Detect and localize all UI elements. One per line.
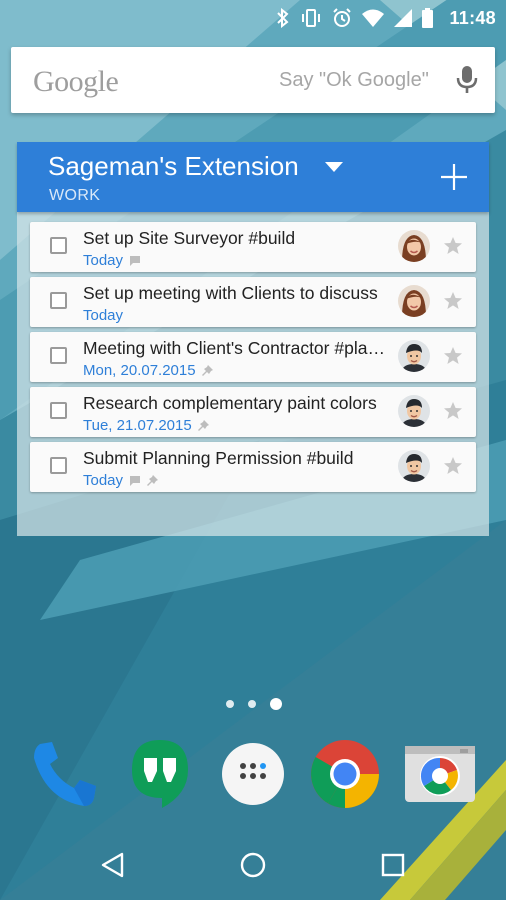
task-list: Set up Site Surveyor #build Today Set up… — [30, 222, 476, 497]
task-due-date: Mon, 20.07.2015 — [83, 361, 196, 379]
clock: 11:48 — [449, 7, 496, 28]
task-due-date: Today — [83, 251, 124, 269]
star-icon[interactable] — [443, 401, 463, 421]
google-search-bar[interactable]: Google Say "Ok Google" — [11, 47, 495, 113]
recents-icon[interactable] — [378, 850, 408, 880]
page-dot[interactable] — [226, 700, 234, 708]
chrome-icon[interactable] — [307, 736, 383, 812]
status-bar: 11:48 — [0, 0, 506, 36]
task-checkbox[interactable] — [50, 292, 67, 309]
task-due-date: Today — [83, 471, 124, 489]
vibrate-icon — [302, 9, 321, 27]
pin-icon — [147, 474, 159, 486]
task-title: Set up Site Surveyor #build — [83, 228, 296, 248]
navigation-bar — [0, 830, 506, 900]
task-title: Meeting with Client's Contractor #planni… — [83, 338, 389, 358]
hangouts-icon[interactable] — [122, 736, 198, 812]
task-title: Set up meeting with Clients to discuss — [83, 283, 378, 303]
task-item[interactable]: Set up Site Surveyor #build Today — [30, 222, 476, 272]
list-name: WORK — [49, 187, 101, 204]
task-due-date: Tue, 21.07.2015 — [83, 416, 192, 434]
page-indicator — [226, 698, 282, 710]
widget-header: Sageman's Extension WORK — [17, 142, 489, 212]
widget-title[interactable]: Sageman's Extension — [48, 151, 299, 182]
camera-icon[interactable] — [402, 736, 478, 812]
task-title: Research complementary paint colors — [83, 393, 377, 413]
cell-signal-icon — [394, 9, 413, 27]
task-checkbox[interactable] — [50, 237, 67, 254]
pin-icon — [197, 419, 209, 431]
assignee-avatar[interactable] — [398, 230, 430, 262]
bluetooth-icon — [277, 8, 289, 28]
page-dot[interactable] — [248, 700, 256, 708]
task-due-date: Today — [83, 306, 124, 324]
task-item[interactable]: Research complementary paint colors Tue,… — [30, 387, 476, 437]
google-logo: Google — [33, 65, 119, 98]
assignee-avatar[interactable] — [398, 340, 430, 372]
battery-icon — [422, 8, 434, 28]
alarm-icon — [333, 8, 352, 27]
task-checkbox[interactable] — [50, 402, 67, 419]
voice-search-hint: Say "Ok Google" — [279, 69, 429, 91]
star-icon[interactable] — [443, 236, 463, 256]
task-item[interactable]: Submit Planning Permission #build Today — [30, 442, 476, 492]
assignee-avatar[interactable] — [398, 395, 430, 427]
dropdown-arrow-icon[interactable] — [325, 162, 343, 172]
task-checkbox[interactable] — [50, 457, 67, 474]
wifi-icon — [362, 9, 385, 27]
app-drawer-icon[interactable] — [215, 736, 291, 812]
add-task-button[interactable] — [439, 162, 469, 192]
assignee-avatar[interactable] — [398, 450, 430, 482]
assignee-avatar[interactable] — [398, 285, 430, 317]
pin-icon — [201, 364, 213, 376]
star-icon[interactable] — [443, 346, 463, 366]
star-icon[interactable] — [443, 456, 463, 476]
task-widget: Sageman's Extension WORK Set up Site Sur… — [17, 142, 489, 536]
task-title: Submit Planning Permission #build — [83, 448, 354, 468]
comment-icon — [130, 255, 141, 266]
star-icon[interactable] — [443, 291, 463, 311]
home-icon[interactable] — [238, 850, 268, 880]
task-item[interactable]: Set up meeting with Clients to discuss T… — [30, 277, 476, 327]
page-dot-active[interactable] — [270, 698, 282, 710]
task-checkbox[interactable] — [50, 347, 67, 364]
back-icon[interactable] — [98, 850, 128, 880]
microphone-icon[interactable] — [454, 65, 480, 95]
comment-icon — [130, 475, 141, 486]
phone-icon[interactable] — [26, 736, 102, 812]
task-item[interactable]: Meeting with Client's Contractor #planni… — [30, 332, 476, 382]
